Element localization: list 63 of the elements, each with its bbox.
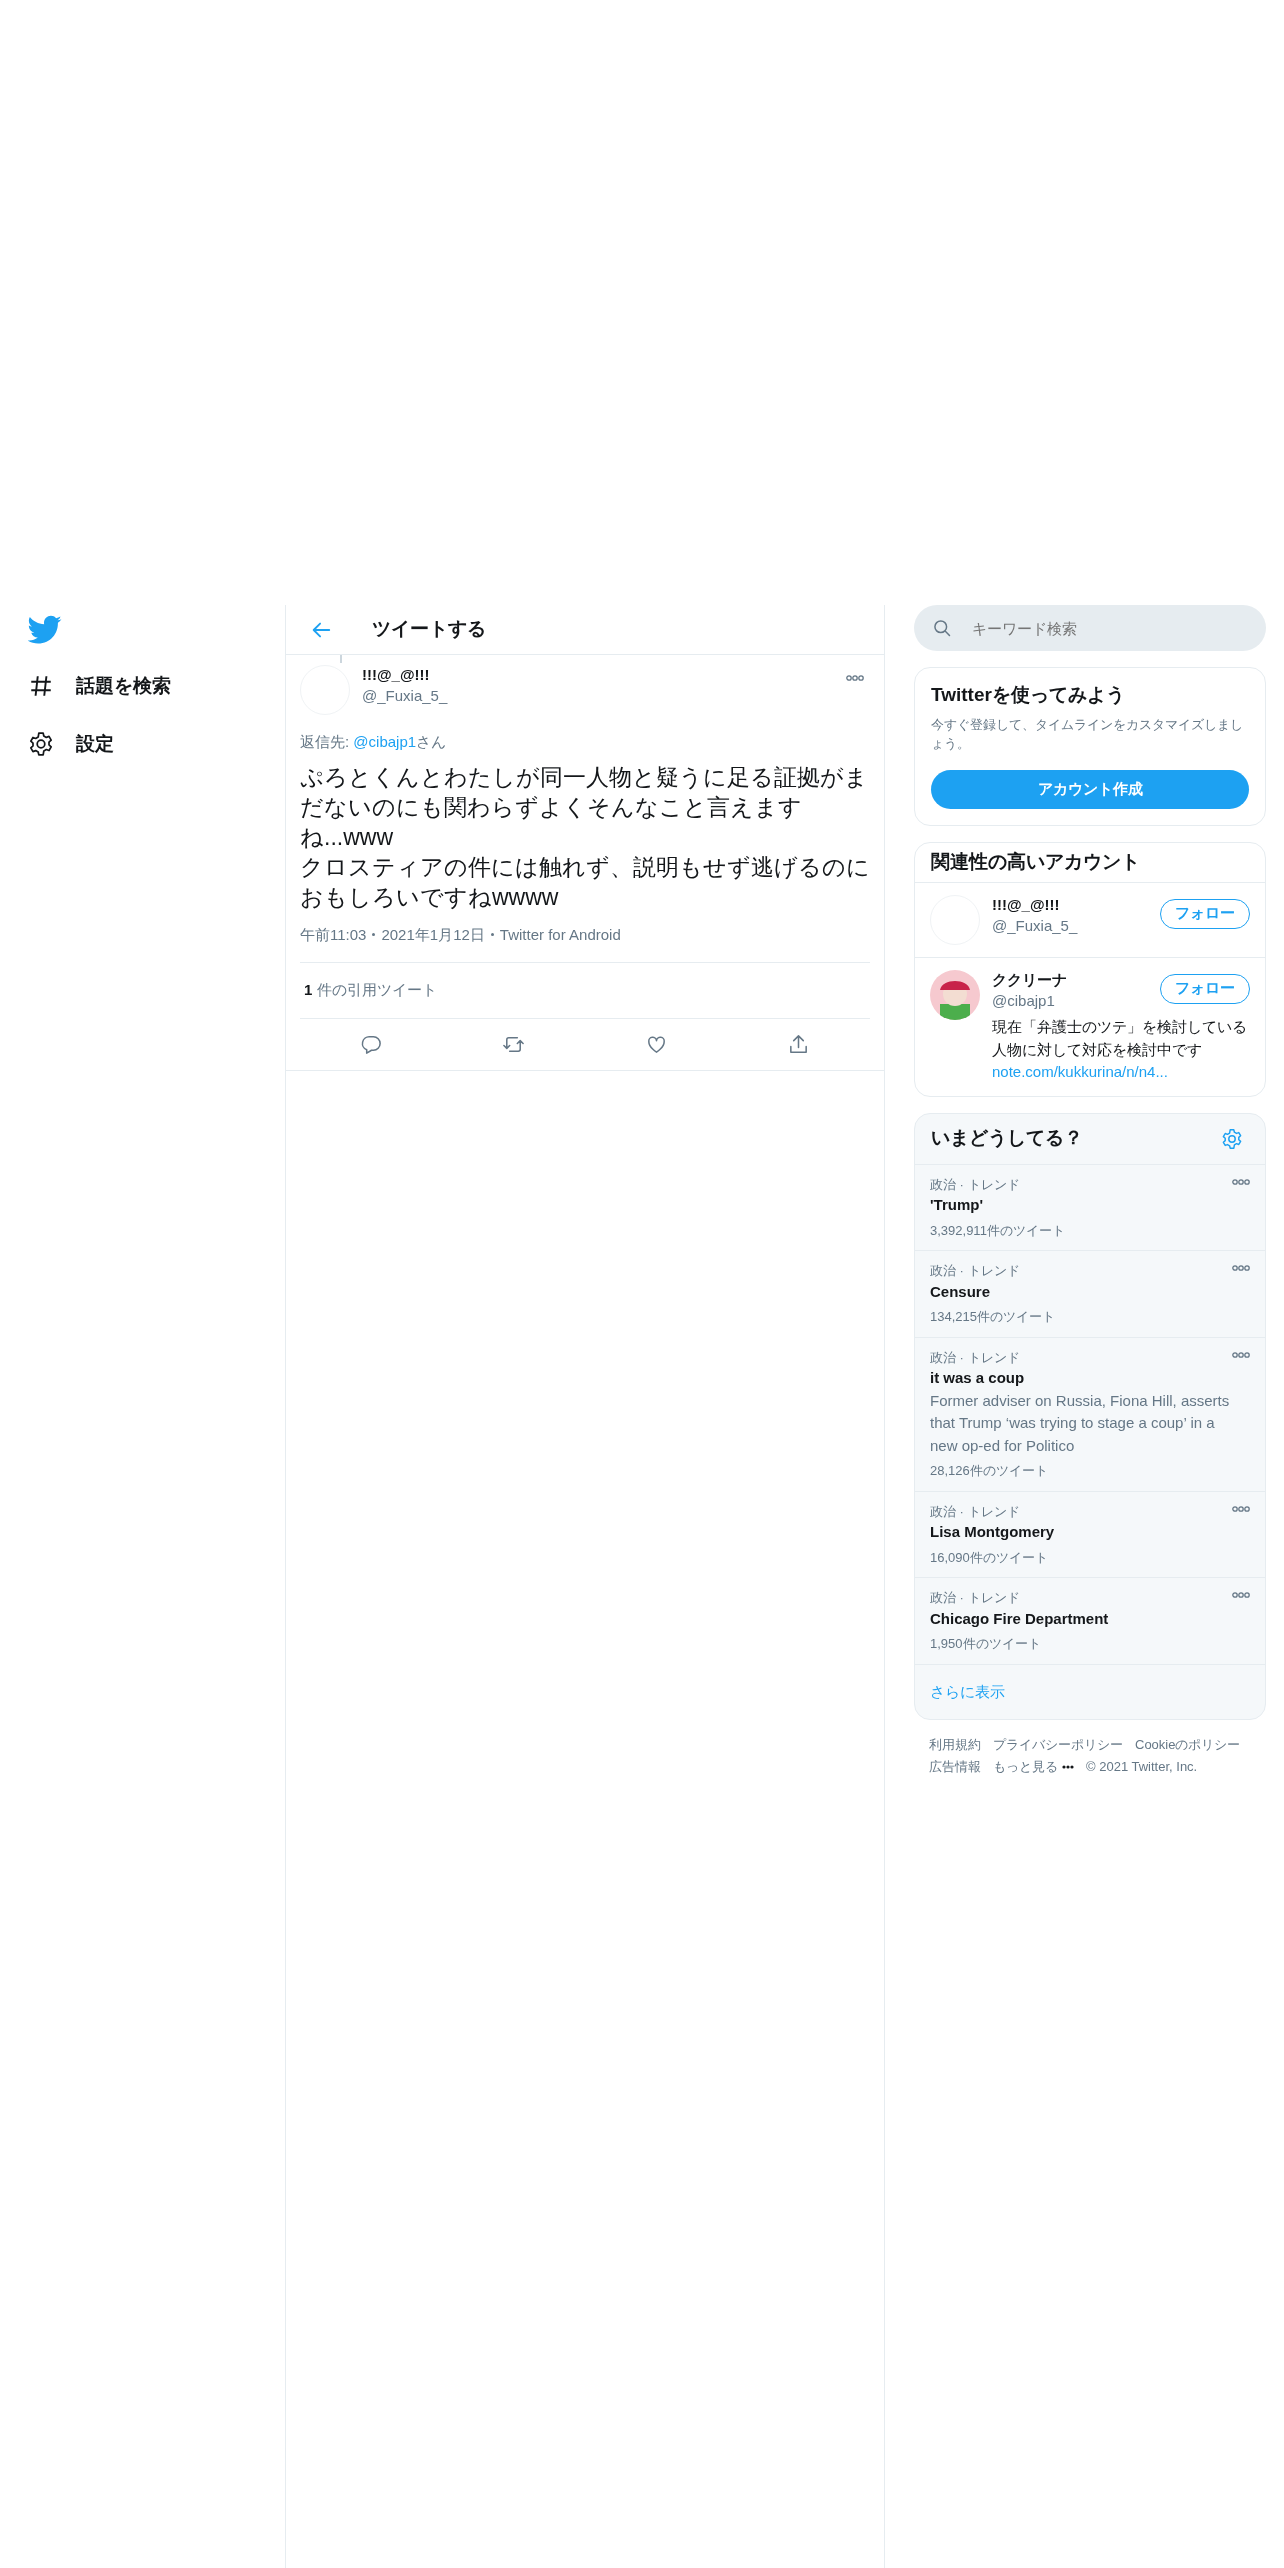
user-name: ククリーナ (992, 969, 1068, 990)
tweet-text: ぷろとくんとわたしが同一人物と疑うに足る証拠がまだないのにも関わらずよくそんなこと言えますね...www クロスティアの件には触れず、説明もせず逃げるのにおもしろいですねwwww (300, 762, 871, 912)
separator-dot (372, 933, 376, 937)
show-more-link[interactable]: さらに表示 (930, 1682, 1005, 1700)
trend-category: 政治 · トレンド (930, 1502, 1021, 1521)
footer-link[interactable]: Cookieのポリシー (1135, 1734, 1241, 1757)
tweet-count: 1,950件のツイート (930, 1635, 1042, 1654)
tweet-date: 2021年1月12日 (381, 924, 485, 945)
trend-name[interactable]: 'Trump' (930, 1194, 1232, 1217)
tweet-count: 28,126件のツイート (930, 1462, 1049, 1481)
trend-category: 政治 · トレンド (930, 1348, 1021, 1367)
copyright: © 2021 Twitter, Inc. (1086, 1758, 1198, 1777)
more-icon (1232, 1351, 1250, 1358)
bio-link[interactable]: note.com/kukkurina/n/n4... (992, 1061, 1250, 1084)
footer-link[interactable]: もっと見る (993, 1756, 1058, 1779)
source-link[interactable]: Twitter for Android (499, 923, 621, 946)
settings-icon (28, 731, 54, 757)
card-title: いまどうしてる？ (931, 1127, 1083, 1150)
user-handle: @_Fuxia_5_ (992, 915, 1079, 936)
bird-logo[interactable] (28, 615, 62, 645)
search-field[interactable]: キーワード検索 (914, 605, 1266, 651)
more-icon (1232, 1505, 1250, 1512)
footer-link[interactable]: 利用規約 (929, 1734, 981, 1757)
separator-dot (490, 933, 494, 937)
tweet-time: 午前11:03 (300, 924, 367, 945)
search-icon (932, 618, 952, 638)
more-icon (1232, 1178, 1250, 1185)
nav-item[interactable]: 設定 (28, 715, 114, 773)
user-handle: @_Fuxia_5_ (362, 686, 449, 706)
tweet-count: 134,215件のツイート (930, 1308, 1056, 1327)
trend-name[interactable]: Chicago Fire Department (930, 1607, 1232, 1631)
trend-name[interactable]: Censure (930, 1280, 1232, 1304)
trend-category: 政治 · トレンド (930, 1589, 1021, 1608)
user-bio: 現在「弁護士のツテ」を検討している人物に対して対応を検討中です (992, 1017, 1248, 1060)
nav-item[interactable]: 話題を検索 (28, 657, 171, 715)
more-icon (846, 675, 864, 681)
hashtag-icon (28, 673, 54, 699)
trend-description: Former adviser on Russia, Fiona Hill, asserts that Trump ‘was trying to stage a coup’ in a new op-ed for Politico (930, 1390, 1231, 1456)
user-handle: @cibajp1 (992, 990, 1056, 1011)
tweet-count: 3,392,911件のツイート (930, 1221, 1066, 1240)
follow-button[interactable]: フォロー (1160, 973, 1250, 1004)
settings-icon (1221, 1127, 1243, 1150)
trend-name[interactable]: it was a coup (930, 1367, 1232, 1390)
more-icon (1062, 1765, 1074, 1770)
user-name: !!!@_@!!! (992, 894, 1061, 915)
reply-to: 返信先: @cibajp1さん (300, 732, 448, 752)
mention-link[interactable]: @cibajp1 (353, 733, 417, 750)
footer-link[interactable]: 広告情報 (929, 1756, 981, 1779)
tweet-count: 16,090件のツイート (930, 1548, 1049, 1567)
more-icon (1232, 1265, 1250, 1272)
page-title: ツイートする (372, 618, 486, 641)
user-name: !!!@_@!!! (362, 665, 431, 685)
trend-category: 政治 · トレンド (930, 1175, 1021, 1194)
card-title: 関連性の高いアカウント (931, 850, 1141, 874)
trend-category: 政治 · トレンド (930, 1262, 1021, 1281)
signup-text: 今すぐ登録して、タイムラインをカスタマイズしましょう。 (931, 715, 1244, 754)
create-account-button[interactable]: アカウント作成 (931, 769, 1249, 809)
more-icon (1232, 1592, 1250, 1599)
trend-name[interactable]: Lisa Montgomery (930, 1521, 1232, 1544)
follow-button[interactable]: フォロー (1160, 898, 1250, 929)
footer-link[interactable]: プライバシーポリシー (993, 1734, 1123, 1757)
quote-tweets-link[interactable]: 1 件の引用ツイート (304, 981, 437, 998)
card-title: Twitterを使ってみよう (931, 684, 1126, 707)
